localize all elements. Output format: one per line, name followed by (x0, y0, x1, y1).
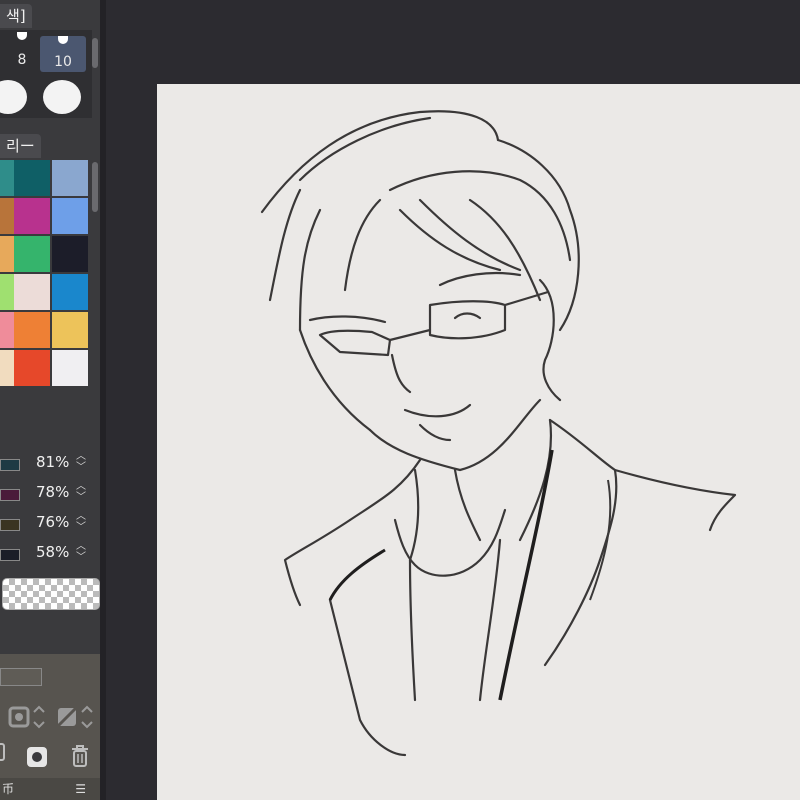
transparent-color-chip[interactable] (2, 578, 100, 610)
layer-color-chip (0, 519, 20, 531)
color-swatch[interactable] (14, 236, 50, 272)
opacity-value: 78% (36, 483, 70, 501)
color-swatch[interactable] (0, 236, 14, 272)
color-swatch[interactable] (52, 198, 88, 234)
brush-size-grid: 8 10 (0, 30, 92, 118)
layer-slider[interactable] (0, 668, 42, 686)
layer-color-chip (0, 549, 20, 561)
color-swatch[interactable] (14, 350, 50, 386)
layer-footer: 币 ☰ (0, 778, 100, 800)
opacity-value: 76% (36, 513, 70, 531)
opacity-value: 58% (36, 543, 70, 561)
opacity-stepper-icon[interactable]: ︿ ﹀ (76, 451, 86, 473)
brush-dot-icon (17, 32, 27, 40)
new-layer-icon[interactable] (0, 742, 8, 768)
brush-dot-icon (0, 80, 27, 114)
layer-color-chip (0, 489, 20, 501)
layer-color-chip (0, 459, 20, 471)
color-swatch[interactable] (52, 160, 88, 196)
color-swatch[interactable] (52, 236, 88, 272)
brush-size-10[interactable]: 10 (40, 36, 86, 72)
menu-icon[interactable]: ☰ (75, 778, 86, 800)
mask-icon[interactable] (8, 704, 46, 736)
opacity-stepper-icon[interactable]: ︿ ﹀ (76, 511, 86, 533)
color-swatch[interactable] (14, 198, 50, 234)
brush-size-label: 10 (54, 54, 72, 70)
brush-dot-icon (58, 36, 68, 44)
brush-size-large-2[interactable] (40, 74, 84, 114)
mask-off-icon[interactable] (56, 704, 96, 736)
color-swatch[interactable] (52, 350, 88, 386)
color-palette-tab[interactable]: 리ー (0, 134, 41, 158)
color-swatch[interactable] (0, 160, 14, 196)
brush-size-tab[interactable]: 색] (0, 4, 32, 28)
color-swatch[interactable] (14, 160, 50, 196)
brush-size-8[interactable]: 8 (0, 30, 44, 70)
color-swatch[interactable] (52, 274, 88, 310)
sketch-drawing (260, 110, 737, 757)
brush-size-large-1[interactable] (0, 74, 30, 114)
brush-size-label: 8 (17, 52, 27, 68)
layer-opacity-row[interactable]: 81% ︿ ﹀ (0, 449, 98, 477)
opacity-stepper-icon[interactable]: ︿ ﹀ (76, 541, 86, 563)
layer-opacity-row[interactable]: 76% ︿ ﹀ (0, 509, 98, 537)
trash-icon[interactable] (70, 744, 90, 774)
color-swatch[interactable] (14, 312, 50, 348)
panel-divider[interactable] (100, 0, 106, 800)
color-swatch[interactable] (0, 274, 14, 310)
color-swatch[interactable] (0, 312, 14, 348)
brush-dot-icon (43, 80, 81, 114)
drawing-canvas[interactable] (157, 84, 800, 800)
color-swatch[interactable] (52, 312, 88, 348)
opacity-stepper-icon[interactable]: ︿ ﹀ (76, 481, 86, 503)
layer-mask-icon[interactable] (26, 746, 48, 774)
footer-label: 币 (2, 782, 15, 796)
palette-scrollbar[interactable] (92, 162, 98, 212)
layer-opacity-row[interactable]: 58% ︿ ﹀ (0, 539, 98, 567)
color-swatch[interactable] (0, 198, 14, 234)
brush-scrollbar[interactable] (92, 38, 98, 68)
left-panel: 색] 8 10 리ー 81% ︿ ﹀ 78% ︿ ﹀ 76% ︿ ﹀ 58% ︿ ﹀ (0, 0, 100, 800)
opacity-value: 81% (36, 453, 70, 471)
layer-opacity-row[interactable]: 78% ︿ ﹀ (0, 479, 98, 507)
color-swatch[interactable] (14, 274, 50, 310)
color-swatch[interactable] (0, 350, 14, 386)
